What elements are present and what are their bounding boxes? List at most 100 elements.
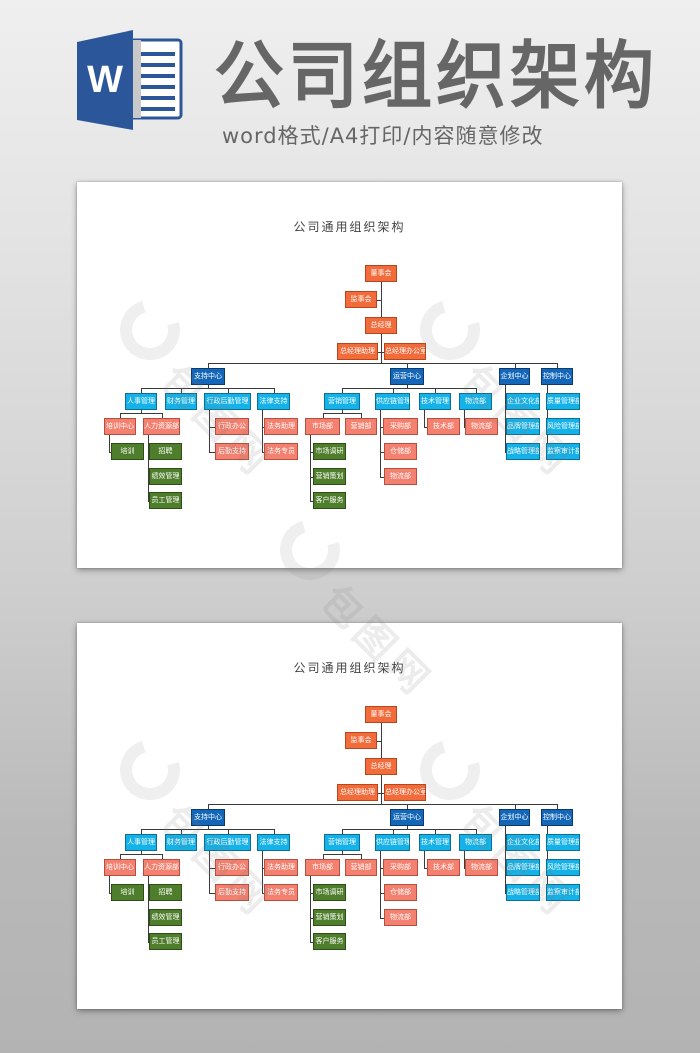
org-node-control: 控制中心: [541, 368, 573, 385]
org-node-logistics: 物流部: [459, 393, 492, 410]
org-node-gm: 总经理: [365, 317, 397, 334]
connector-line: [310, 876, 311, 942]
org-node-supply-chain: 供应链管理: [375, 393, 410, 410]
document-title: 公司通用组织架构: [293, 661, 406, 675]
org-node-logistics-dept: 物流部: [384, 468, 417, 485]
document-page-2: 公司通用组织架构 董事会 监事会 总经理 总经理助理 总经理办公室 支持中心 人事管理 培训中…: [77, 623, 622, 1009]
org-node-market-dept: 市场部: [305, 859, 340, 876]
connector-line: [342, 829, 477, 830]
connector-line: [109, 876, 110, 893]
org-node-quality: 质量管理部: [546, 834, 580, 851]
org-node-marketing-mgmt: 营销管理: [324, 834, 360, 851]
org-node-purchasing: 采购部: [383, 418, 418, 435]
org-node-logistics: 物流部: [459, 834, 492, 851]
connector-line: [380, 851, 381, 918]
org-node-legal-assistant: 法务助理: [264, 859, 298, 876]
org-node-legal-specialist: 法务专员: [264, 443, 298, 460]
org-node-admin: 行政后勤管理: [204, 393, 251, 410]
org-node-board: 董事会: [365, 265, 397, 282]
org-node-logistics-dept2: 物流部: [465, 418, 498, 435]
org-node-control: 控制中心: [541, 809, 573, 826]
org-node-finance: 财务管理: [165, 393, 197, 410]
org-node-market-dept: 市场部: [305, 418, 340, 435]
org-node-purchasing: 采购部: [383, 859, 418, 876]
connector-line: [424, 410, 425, 427]
connector-line: [208, 363, 558, 364]
org-node-warehouse: 仓储部: [384, 884, 417, 901]
org-node-gm-office: 总经理办公室: [384, 784, 426, 801]
org-node-logistics-support: 后勤支持: [215, 884, 249, 901]
org-node-hr: 人事管理: [125, 834, 157, 851]
org-node-marketing-plan: 营销策划: [313, 468, 346, 485]
org-node-operations: 运营中心: [390, 809, 424, 826]
org-node-customer-service: 客户服务: [313, 492, 346, 509]
org-node-training-center: 培训中心: [104, 418, 136, 435]
connector-line: [310, 435, 311, 501]
connector-line: [342, 388, 477, 389]
org-node-planning: 企划中心: [499, 368, 530, 385]
org-node-legal: 法律支持: [257, 834, 290, 851]
org-node-sales-dept: 营销部: [345, 418, 377, 435]
org-node-planning: 企划中心: [499, 809, 530, 826]
org-node-hr: 人事管理: [125, 393, 157, 410]
org-node-customer-service: 客户服务: [313, 933, 346, 950]
org-node-culture: 企业文化部: [506, 834, 540, 851]
document-page-1: 公司通用组织架构 董事会 监事会 总经理 总经理助理 总经理办公室 支持中心 人事管理 培训中…: [77, 182, 622, 568]
org-node-staff: 员工管理: [149, 933, 182, 950]
org-node-gm-office: 总经理办公室: [384, 343, 426, 360]
org-node-gm-assistant: 总经理助理: [337, 343, 378, 360]
org-node-gm: 总经理: [365, 758, 397, 775]
org-node-perf: 绩效管理: [149, 909, 182, 926]
banner-subtitle: word格式/A4打印/内容随意修改: [222, 124, 544, 148]
org-node-audit: 监察审计部: [546, 884, 580, 901]
svg-text:W: W: [87, 59, 123, 101]
connector-line: [120, 413, 163, 414]
org-node-audit: 监察审计部: [546, 443, 580, 460]
org-node-logistics-dept2: 物流部: [465, 859, 498, 876]
org-node-risk: 风险管理部: [546, 418, 580, 435]
connector-line: [377, 299, 381, 301]
org-node-tech-mgmt: 技术管理: [419, 834, 451, 851]
org-node-support: 支持中心: [191, 809, 225, 826]
org-node-strategy: 战略管理部: [506, 443, 540, 460]
org-node-market-research: 市场调研: [313, 884, 346, 901]
connector-line: [209, 410, 210, 452]
org-node-staff: 员工管理: [149, 492, 182, 509]
org-node-supervisors: 监事会: [345, 732, 377, 749]
org-node-tech-dept: 技术部: [427, 859, 460, 876]
org-node-perf: 绩效管理: [149, 468, 182, 485]
org-node-logistics-support: 后勤支持: [215, 443, 249, 460]
org-node-operations: 运营中心: [390, 368, 424, 385]
org-node-marketing-mgmt: 营销管理: [324, 393, 360, 410]
org-node-sales-dept: 营销部: [345, 859, 377, 876]
org-node-tech-mgmt: 技术管理: [419, 393, 451, 410]
org-node-quality: 质量管理部: [546, 393, 580, 410]
org-node-admin-office: 行政办公: [215, 418, 249, 435]
connector-line: [262, 851, 263, 893]
connector-line: [322, 854, 362, 855]
org-node-training: 培训: [111, 884, 144, 901]
org-node-risk: 风险管理部: [546, 859, 580, 876]
connector-line: [380, 410, 381, 477]
org-node-supply-chain: 供应链管理: [375, 834, 410, 851]
org-node-training: 培训: [111, 443, 144, 460]
connector-line: [424, 851, 425, 868]
banner-header: W 公司组织架构 word格式/A4打印/内容随意修改: [0, 0, 700, 170]
org-node-admin: 行政后勤管理: [204, 834, 251, 851]
org-node-tech-dept: 技术部: [427, 418, 460, 435]
connector-line: [120, 854, 163, 855]
org-node-culture: 企业文化部: [506, 393, 540, 410]
word-icon: W: [77, 30, 183, 130]
org-node-legal-assistant: 法务助理: [264, 418, 298, 435]
org-node-market-research: 市场调研: [313, 443, 346, 460]
banner-title: 公司组织架构: [214, 32, 658, 120]
connector-line: [262, 410, 263, 452]
org-node-strategy: 战略管理部: [506, 884, 540, 901]
org-node-logistics-dept: 物流部: [384, 909, 417, 926]
org-node-training-center: 培训中心: [104, 859, 136, 876]
org-node-gm-assistant: 总经理助理: [337, 784, 378, 801]
connector-line: [141, 388, 275, 389]
org-node-legal: 法律支持: [257, 393, 290, 410]
connector-line: [141, 829, 275, 830]
connector-line: [322, 413, 362, 414]
